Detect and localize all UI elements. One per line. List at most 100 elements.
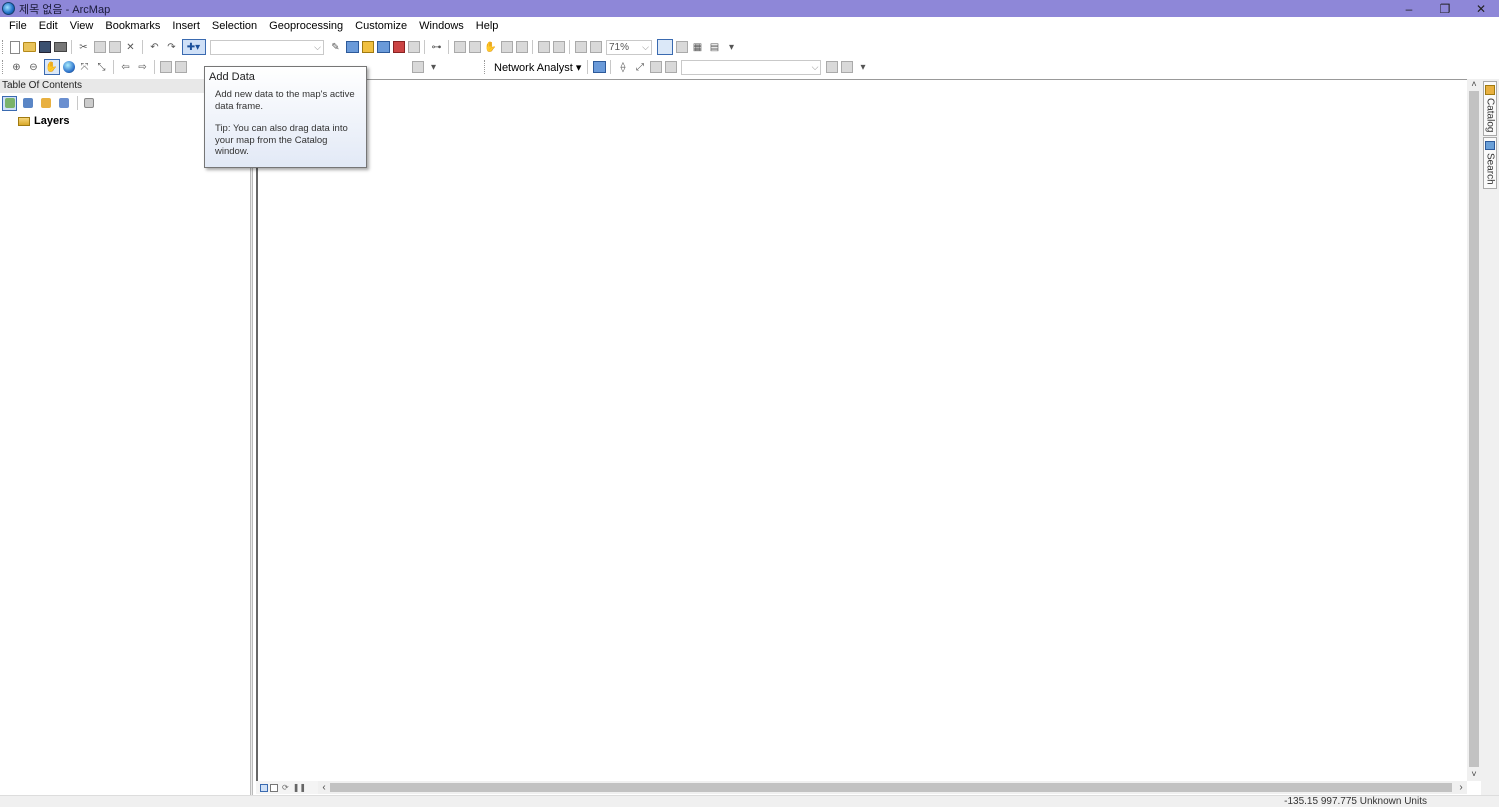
search-window-icon[interactable]: [376, 41, 390, 53]
layout-view-button[interactable]: [270, 783, 278, 792]
minimize-button[interactable]: –: [1391, 0, 1427, 17]
data-view-button[interactable]: [260, 783, 268, 792]
solve-icon[interactable]: [649, 61, 662, 73]
layout-pan-icon[interactable]: ✋: [484, 40, 498, 54]
menu-customize[interactable]: Customize: [349, 17, 413, 36]
menu-help[interactable]: Help: [470, 17, 505, 36]
toc-splitter[interactable]: [250, 79, 253, 795]
horizontal-scrollbar[interactable]: ‹ ›: [318, 781, 1467, 794]
fixed-zoom-in-icon[interactable]: ⤧: [78, 60, 92, 74]
save-icon[interactable]: [38, 41, 51, 53]
back-arrow-icon[interactable]: ⇦: [119, 60, 133, 74]
directions-icon[interactable]: [664, 61, 677, 73]
map-display[interactable]: [256, 79, 1467, 781]
vertical-scrollbar[interactable]: ˄ ˅: [1467, 79, 1481, 781]
drawing-order-swatch: [4, 98, 15, 108]
table-of-contents-icon[interactable]: [345, 41, 359, 53]
paste-icon[interactable]: [108, 41, 121, 53]
scroll-down-icon[interactable]: ˅: [1467, 769, 1481, 781]
tooltip-tip: Tip: You can also drag data into your ma…: [215, 123, 348, 157]
editor-toolbar-icon[interactable]: ✎: [329, 40, 343, 54]
network-analyst-window-icon[interactable]: [592, 61, 606, 73]
open-folder-icon[interactable]: [22, 42, 36, 52]
create-network-location-icon[interactable]: ⟠: [616, 60, 630, 74]
network-layer-dropdown[interactable]: ⌵: [681, 59, 822, 75]
toc-options-icon[interactable]: [81, 96, 96, 111]
arctoolbox-icon[interactable]: [392, 41, 405, 53]
toolbar-options-icon[interactable]: ▾: [856, 60, 870, 74]
cut-icon[interactable]: ✂: [77, 40, 91, 54]
menu-geoprocessing[interactable]: Geoprocessing: [263, 17, 349, 36]
focus-data-frame-icon[interactable]: [675, 41, 688, 53]
menu-selection[interactable]: Selection: [206, 17, 263, 36]
go-back-extent-icon[interactable]: [574, 41, 587, 53]
scroll-up-icon[interactable]: ˄: [1467, 79, 1481, 91]
network-analyst-menu[interactable]: Network Analyst ▾: [494, 61, 581, 74]
toggle-draft-mode-icon[interactable]: [656, 39, 673, 55]
zoom-out-icon[interactable]: ⊖: [27, 60, 41, 74]
zoom-in-icon[interactable]: ⊕: [10, 60, 24, 74]
menu-bookmarks[interactable]: Bookmarks: [99, 17, 166, 36]
select-move-location-icon[interactable]: ⤢: [633, 60, 647, 74]
pause-drawing-icon[interactable]: ❚❚: [293, 783, 306, 792]
catalog-tab[interactable]: Catalog: [1483, 81, 1497, 136]
search-tab[interactable]: Search: [1483, 137, 1497, 189]
data-driven-pages-icon[interactable]: ▤: [708, 40, 722, 54]
scroll-right-icon[interactable]: ›: [1455, 781, 1467, 794]
tooltip-title: Add Data: [209, 71, 255, 83]
separator: [71, 40, 72, 54]
delete-icon[interactable]: ✕: [124, 40, 138, 54]
measure-icon[interactable]: [411, 61, 424, 73]
toolbar-grip[interactable]: [2, 60, 5, 74]
map-scale-dropdown[interactable]: ⌵: [210, 39, 324, 55]
network-identify-icon[interactable]: [840, 61, 853, 73]
close-button[interactable]: ✕: [1463, 0, 1499, 17]
fixed-zoom-in-icon[interactable]: [537, 41, 550, 53]
redo-icon[interactable]: ↷: [165, 40, 179, 54]
fixed-zoom-out-icon[interactable]: ⤡: [95, 60, 109, 74]
horizontal-scroll-thumb[interactable]: [330, 783, 1452, 792]
menu-view[interactable]: View: [64, 17, 100, 36]
list-by-visibility-icon[interactable]: [38, 96, 53, 111]
pan-hand-icon[interactable]: ✋: [43, 59, 60, 75]
full-extent-globe-icon[interactable]: [62, 61, 75, 73]
toolbar-options-icon[interactable]: ▾: [725, 40, 739, 54]
list-by-selection-icon[interactable]: [56, 96, 71, 111]
undo-icon[interactable]: ↶: [148, 40, 162, 54]
change-layout-icon[interactable]: ▦: [691, 40, 705, 54]
vertical-scroll-thumb[interactable]: [1469, 91, 1479, 767]
layout-zoom-out-icon[interactable]: [468, 41, 481, 53]
menu-insert[interactable]: Insert: [166, 17, 206, 36]
copy-icon[interactable]: [93, 41, 106, 53]
forward-arrow-icon[interactable]: ⇨: [136, 60, 150, 74]
toolbar-grip[interactable]: [2, 40, 5, 54]
list-by-drawing-order-icon[interactable]: [2, 95, 17, 111]
select-features-icon[interactable]: [159, 61, 172, 73]
toolbar-options-icon[interactable]: ▾: [427, 60, 441, 74]
clear-selection-icon[interactable]: [174, 61, 187, 73]
layout-zoom-dropdown[interactable]: 71% ⌵: [606, 39, 652, 55]
print-icon[interactable]: [53, 42, 67, 52]
catalog-window-icon[interactable]: [361, 41, 374, 53]
chevron-down-icon: ⌵: [642, 41, 649, 52]
model-builder-icon[interactable]: ⊶: [430, 40, 444, 54]
toolbar-grip[interactable]: [484, 60, 487, 74]
layout-zoom-in-icon[interactable]: [453, 41, 466, 53]
scroll-left-icon[interactable]: ‹: [318, 781, 330, 794]
cursor-coordinates: -135.15 997.775 Unknown Units: [1284, 796, 1427, 807]
fixed-zoom-out-icon[interactable]: [552, 41, 565, 53]
menu-file[interactable]: File: [3, 17, 33, 36]
zoom-whole-page-icon[interactable]: [500, 41, 513, 53]
refresh-icon[interactable]: ⟳: [282, 783, 289, 792]
python-window-icon[interactable]: [407, 41, 420, 53]
menu-edit[interactable]: Edit: [33, 17, 64, 36]
list-by-source-icon[interactable]: [20, 96, 35, 111]
zoom-100-percent-icon[interactable]: [515, 41, 528, 53]
layers-data-frame[interactable]: Layers: [18, 115, 69, 127]
build-network-icon[interactable]: [825, 61, 838, 73]
new-document-icon[interactable]: [9, 40, 20, 54]
add-data-button[interactable]: ✚▾: [181, 39, 206, 55]
go-forward-extent-icon[interactable]: [589, 41, 602, 53]
menu-windows[interactable]: Windows: [413, 17, 470, 36]
restore-button[interactable]: ❐: [1427, 0, 1463, 17]
